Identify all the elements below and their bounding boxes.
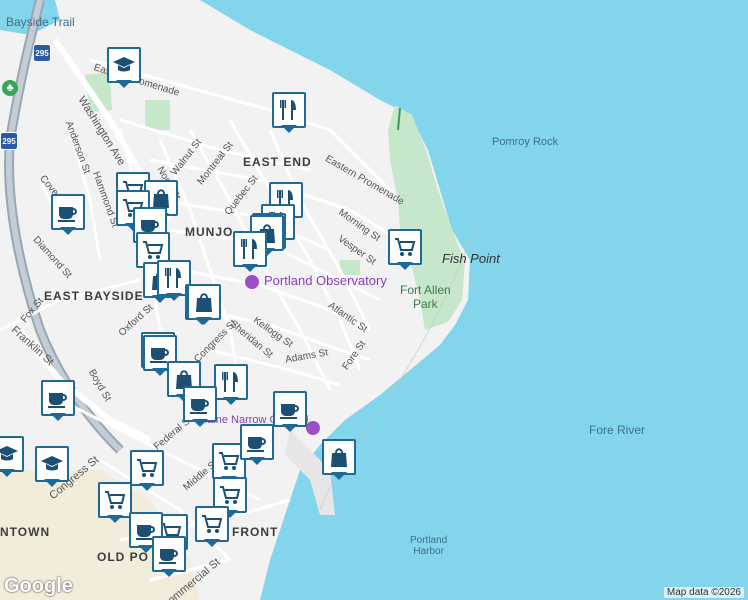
portland-harbor-label: Portland Harbor — [410, 535, 448, 557]
cafe-icon — [41, 380, 75, 416]
poi-marker-shopping-bag-icon[interactable] — [322, 439, 356, 483]
park-tree-icon[interactable]: ♣ — [2, 80, 18, 96]
i295-shield-top: 295 — [33, 44, 51, 62]
marker-pointer — [282, 424, 298, 432]
pomroy-rock-label: Pomroy Rock — [492, 136, 559, 148]
map-canvas[interactable]: Bayside Trail Pomroy Rock Fore River Por… — [0, 0, 748, 600]
restaurant-icon — [233, 231, 267, 267]
school-icon — [0, 436, 24, 472]
shopping-bag-icon — [322, 439, 356, 475]
munjoy-hill-label: MUNJO — [185, 225, 234, 239]
bayside-trail-label: Bayside Trail — [6, 15, 75, 29]
shopping-cart-icon — [195, 506, 229, 542]
poi-marker-shopping-bag-icon[interactable] — [187, 284, 221, 328]
school-icon — [35, 446, 69, 482]
cafe-icon — [183, 386, 217, 422]
shopping-cart-icon — [98, 482, 132, 518]
shopping-bag-icon — [187, 284, 221, 320]
marker-pointer — [139, 483, 155, 491]
google-logo: Google — [4, 575, 73, 597]
marker-pointer — [60, 227, 76, 235]
east-bayside-label: EAST BAYSIDE — [44, 289, 144, 303]
poi-marker-restaurant-icon[interactable] — [214, 364, 248, 408]
cafe-icon — [51, 194, 85, 230]
poi-marker-school-icon[interactable] — [107, 47, 141, 91]
fore-river-label: Fore River — [589, 423, 646, 437]
railroad-museum-icon[interactable] — [306, 421, 320, 435]
poi-marker-cafe-icon[interactable] — [273, 391, 307, 435]
poi-marker-cafe-icon[interactable] — [183, 386, 217, 430]
marker-pointer — [204, 539, 220, 547]
marker-pointer — [44, 479, 60, 487]
marker-pointer — [107, 515, 123, 523]
downtown-label: NTOWN — [0, 525, 51, 539]
restaurant-icon — [272, 92, 306, 128]
marker-pointer — [0, 469, 15, 477]
marker-pointer — [249, 457, 265, 465]
poi-marker-restaurant-icon[interactable] — [272, 92, 306, 136]
poi-marker-cafe-icon[interactable] — [51, 194, 85, 238]
poi-marker-restaurant-icon[interactable] — [233, 231, 267, 275]
marker-pointer — [281, 125, 297, 133]
marker-pointer — [166, 293, 182, 301]
marker-pointer — [242, 264, 258, 272]
map-attribution[interactable]: Map data ©2026 — [663, 587, 744, 598]
portland-observatory-label[interactable]: Portland Observatory — [264, 273, 387, 288]
cafe-icon — [240, 424, 274, 460]
shopping-cart-icon — [388, 229, 422, 265]
poi-marker-shopping-cart-icon[interactable] — [388, 229, 422, 273]
marker-pointer — [161, 569, 177, 577]
marker-pointer — [331, 472, 347, 480]
poi-marker-cafe-icon[interactable] — [152, 536, 186, 580]
i295-shield-left: 295 — [0, 132, 18, 150]
restaurant-icon — [214, 364, 248, 400]
marker-pointer — [116, 80, 132, 88]
fish-point-label: Fish Point — [442, 251, 500, 266]
poi-marker-school-icon[interactable] — [0, 436, 24, 480]
poi-marker-cafe-icon[interactable] — [41, 380, 75, 424]
cafe-icon — [152, 536, 186, 572]
marker-pointer — [223, 397, 239, 405]
fort-allen-park-label: Fort Allen Park — [400, 283, 451, 311]
marker-pointer — [192, 419, 208, 427]
shopping-cart-icon — [130, 450, 164, 486]
waterfront-label: FRONT — [232, 525, 279, 539]
cafe-icon — [273, 391, 307, 427]
observatory-icon[interactable] — [245, 275, 259, 289]
marker-pointer — [196, 317, 212, 325]
poi-marker-school-icon[interactable] — [35, 446, 69, 490]
east-end-label: EAST END — [243, 155, 312, 169]
poi-marker-shopping-cart-icon[interactable] — [195, 506, 229, 550]
school-icon — [107, 47, 141, 83]
poi-marker-shopping-cart-icon[interactable] — [98, 482, 132, 526]
marker-pointer — [152, 368, 168, 376]
poi-marker-cafe-icon[interactable] — [240, 424, 274, 468]
marker-pointer — [397, 262, 413, 270]
poi-marker-shopping-cart-icon[interactable] — [130, 450, 164, 494]
marker-pointer — [50, 413, 66, 421]
